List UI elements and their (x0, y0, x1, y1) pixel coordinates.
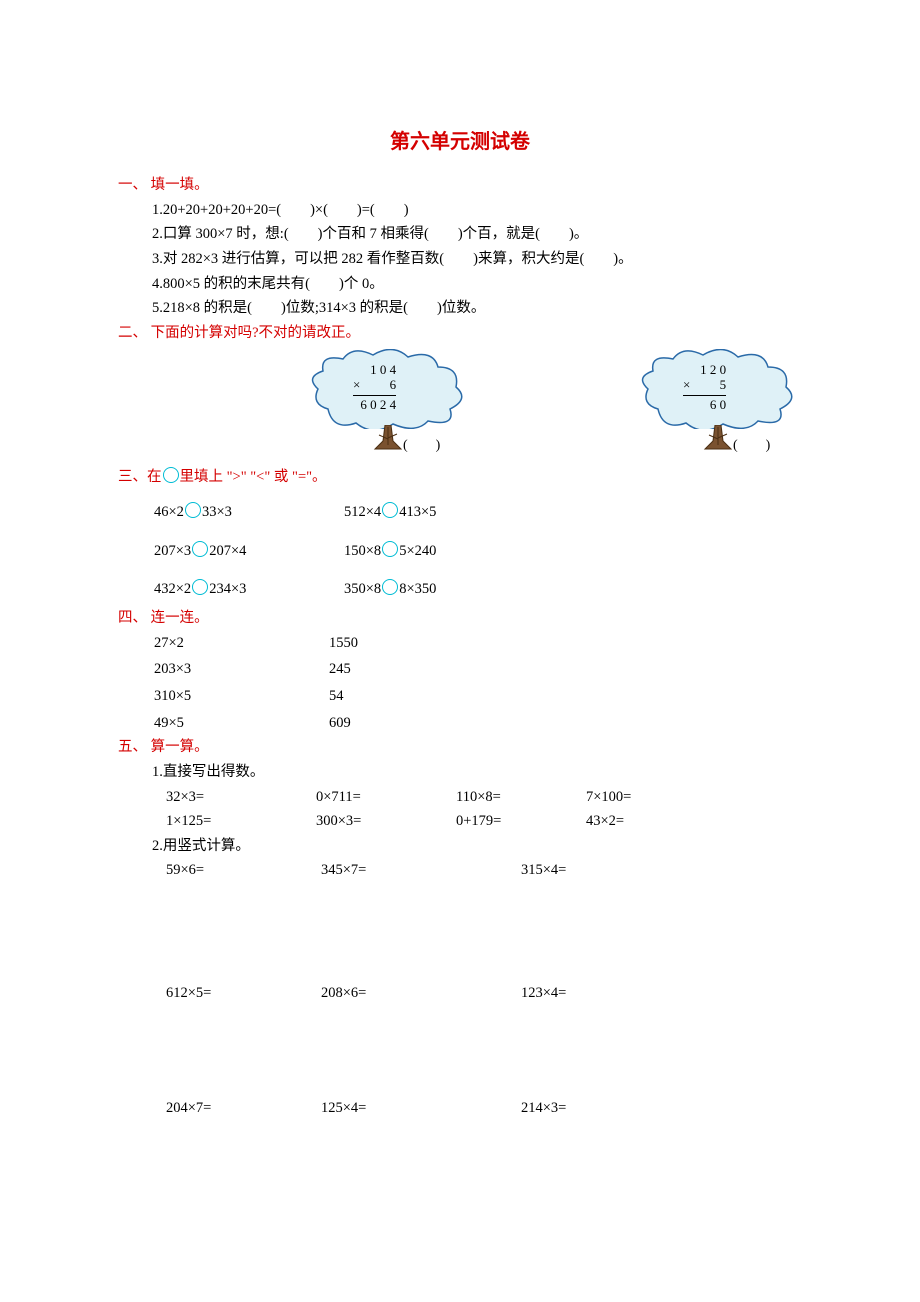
section-5-grid2: 59×6= 345×7= 315×4= (118, 858, 802, 883)
cell: 110×8= (456, 785, 586, 810)
cell: 612×5= (166, 981, 321, 1006)
s1-item: 5.218×8 的积是( )位数;314×3 的积是( )位数。 (152, 296, 802, 321)
section-5-grid1: 32×3= 0×711= 110×8= 7×100= 1×125= 300×3=… (118, 785, 802, 834)
tree-icon: 1 0 4 × 6 6 0 2 4 ( ) (308, 349, 468, 459)
expr: 207×3 (154, 543, 191, 559)
calc-row: × 6 (353, 378, 396, 393)
circle-icon (192, 579, 208, 595)
section-4-body: 27×21550 203×3245 310×554 49×5609 (118, 631, 802, 736)
section-4-head: 四、 连一连。 (118, 606, 802, 631)
expr: 234×3 (209, 581, 246, 597)
s4-right: 1550 (329, 631, 802, 656)
section-2-head: 二、 下面的计算对吗?不对的请改正。 (118, 321, 802, 346)
calc-block: 1 2 0 × 5 6 0 (683, 363, 726, 413)
cell: 1×125= (166, 809, 316, 834)
circle-icon (382, 579, 398, 595)
calc-row: 6 0 2 4 (353, 398, 396, 413)
s5-sub2: 2.用竖式计算。 (118, 834, 802, 859)
cell: 7×100= (586, 785, 696, 810)
s1-item: 3.对 282×3 进行估算，可以把 282 看作整百数( )来算，积大约是( … (152, 247, 802, 272)
tree-icon: 1 2 0 × 5 6 0 ( ) (638, 349, 798, 459)
calc-row: 1 2 0 (683, 363, 726, 378)
s1-item: 1.20+20+20+20+20=( )×( )=( ) (152, 198, 802, 223)
circle-icon (382, 541, 398, 557)
page-title: 第六单元测试卷 (118, 125, 802, 159)
section-2-body: 1 0 4 × 6 6 0 2 4 ( ) 1 2 0 × 5 6 0 (118, 349, 802, 459)
s4-right: 54 (329, 684, 802, 709)
cell: 208×6= (321, 981, 521, 1006)
s4-left: 27×2 (154, 631, 329, 656)
calc-block: 1 0 4 × 6 6 0 2 4 (353, 363, 396, 413)
s3-head-a: 三、在 (118, 469, 162, 485)
answer-blank: ( ) (733, 434, 770, 458)
s3-cell: 350×8 8×350 (344, 577, 564, 602)
cell: 123×4= (521, 981, 676, 1006)
cell: 59×6= (166, 858, 321, 883)
s3-cell: 207×3 207×4 (154, 539, 334, 564)
calc-row: × 5 (683, 378, 726, 393)
s3-head-b: 里填上 ">" "<" 或 "="。 (180, 469, 327, 485)
s5-sub1: 1.直接写出得数。 (118, 760, 802, 785)
cell: 315×4= (521, 858, 676, 883)
circle-icon (382, 502, 398, 518)
expr: 350×8 (344, 581, 381, 597)
section-5-grid2b: 612×5= 208×6= 123×4= (118, 981, 802, 1006)
cell: 0+179= (456, 809, 586, 834)
circle-icon (163, 467, 179, 483)
cell: 43×2= (586, 809, 696, 834)
expr: 46×2 (154, 504, 184, 520)
expr: 413×5 (399, 504, 436, 520)
hr-icon (683, 395, 726, 396)
spacer (118, 1006, 802, 1096)
s4-right: 245 (329, 657, 802, 682)
expr: 33×3 (202, 504, 232, 520)
s3-cell: 150×8 5×240 (344, 539, 564, 564)
s4-right: 609 (329, 711, 802, 736)
s4-left: 49×5 (154, 711, 329, 736)
cell: 0×711= (316, 785, 456, 810)
s3-cell: 46×2 33×3 (154, 500, 334, 525)
trunk-icon (371, 425, 405, 451)
cell: 125×4= (321, 1096, 521, 1121)
circle-icon (192, 541, 208, 557)
section-5-head: 五、 算一算。 (118, 735, 802, 760)
cell: 214×3= (521, 1096, 676, 1121)
spacer (118, 883, 802, 981)
expr: 512×4 (344, 504, 381, 520)
expr: 5×240 (399, 543, 436, 559)
s3-cell: 512×4 413×5 (344, 500, 564, 525)
section-3-head: 三、在 里填上 ">" "<" 或 "="。 (118, 465, 802, 490)
s3-cell: 432×2 234×3 (154, 577, 334, 602)
calc-row: 1 0 4 (353, 363, 396, 378)
cell: 32×3= (166, 785, 316, 810)
section-1-head: 一、 填一填。 (118, 173, 802, 198)
s4-left: 310×5 (154, 684, 329, 709)
expr: 207×4 (209, 543, 246, 559)
section-5-grid2c: 204×7= 125×4= 214×3= (118, 1096, 802, 1121)
expr: 150×8 (344, 543, 381, 559)
trunk-icon (701, 425, 735, 451)
cell: 204×7= (166, 1096, 321, 1121)
expr: 432×2 (154, 581, 191, 597)
section-3-body: 46×2 33×3 512×4 413×5 207×3 207×4 150×8 5×24… (118, 500, 802, 602)
circle-icon (185, 502, 201, 518)
answer-blank: ( ) (403, 434, 440, 458)
s4-left: 203×3 (154, 657, 329, 682)
expr: 8×350 (399, 581, 436, 597)
calc-row: 6 0 (683, 398, 726, 413)
s1-item: 2.口算 300×7 时，想:( )个百和 7 相乘得( )个百，就是( )。 (152, 222, 802, 247)
cell: 345×7= (321, 858, 521, 883)
section-1-body: 1.20+20+20+20+20=( )×( )=( ) 2.口算 300×7 … (118, 198, 802, 321)
s1-item: 4.800×5 的积的末尾共有( )个 0。 (152, 272, 802, 297)
cell: 300×3= (316, 809, 456, 834)
hr-icon (353, 395, 396, 396)
page-root: 第六单元测试卷 一、 填一填。 1.20+20+20+20+20=( )×( )… (0, 0, 920, 1302)
